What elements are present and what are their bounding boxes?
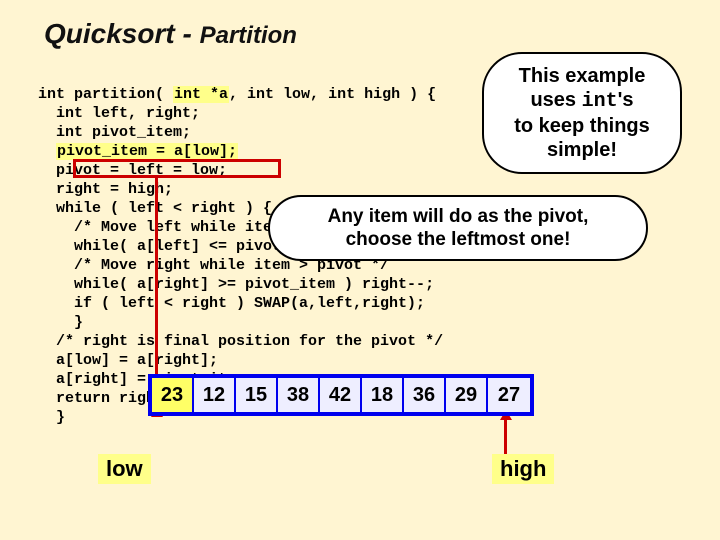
callout-pivot: Any item will do as the pivot, choose th… <box>268 195 648 261</box>
code-l3: int pivot_item; <box>38 124 191 141</box>
array-cell-4: 42 <box>320 378 362 412</box>
code-l1b: , int low, int high ) { <box>229 86 436 103</box>
code-l6: right = high; <box>38 181 173 198</box>
array-cell-8: 27 <box>488 378 530 412</box>
array-cell-2: 15 <box>236 378 278 412</box>
highlight-box-pivot-line <box>73 159 281 178</box>
callout1-l1: This example <box>492 64 672 88</box>
code-l18: } <box>38 409 65 426</box>
label-high: high <box>492 454 554 484</box>
label-low: low <box>98 454 151 484</box>
array-cell-7: 29 <box>446 378 488 412</box>
title-main: Quicksort - <box>44 18 200 49</box>
code-l12: if ( left < right ) SWAP(a,left,right); <box>38 295 425 312</box>
code-l1-highlight: int *a <box>173 86 229 103</box>
array-cell-6: 36 <box>404 378 446 412</box>
code-l1a: int partition( <box>38 86 173 103</box>
callout1-l2: uses int's <box>492 88 672 114</box>
arrow-line-low <box>155 177 158 393</box>
slide-title: Quicksort - Partition <box>44 18 297 50</box>
code-l13: } <box>38 314 83 331</box>
code-l4-highlight: pivot_item = a[low]; <box>56 143 238 160</box>
callout2-l1: Any item will do as the pivot, <box>282 205 634 228</box>
array-visual: 23 12 15 38 42 18 36 29 27 <box>148 374 534 416</box>
code-l11: while( a[right] >= pivot_item ) right--; <box>38 276 434 293</box>
array-cell-5: 18 <box>362 378 404 412</box>
code-l15: a[low] = a[right]; <box>38 352 218 369</box>
array-cell-3: 38 <box>278 378 320 412</box>
code-l4a <box>38 143 56 160</box>
code-l2: int left, right; <box>38 105 200 122</box>
callout1-l4: simple! <box>492 138 672 162</box>
callout1-l3: to keep things <box>492 114 672 138</box>
title-sub: Partition <box>200 22 297 49</box>
array-cell-1: 12 <box>194 378 236 412</box>
callout-simple: This example uses int's to keep things s… <box>482 52 682 174</box>
code-l14: /* right is final position for the pivot… <box>38 333 443 350</box>
callout2-l2: choose the leftmost one! <box>282 228 634 251</box>
array-cell-0: 23 <box>152 378 194 412</box>
